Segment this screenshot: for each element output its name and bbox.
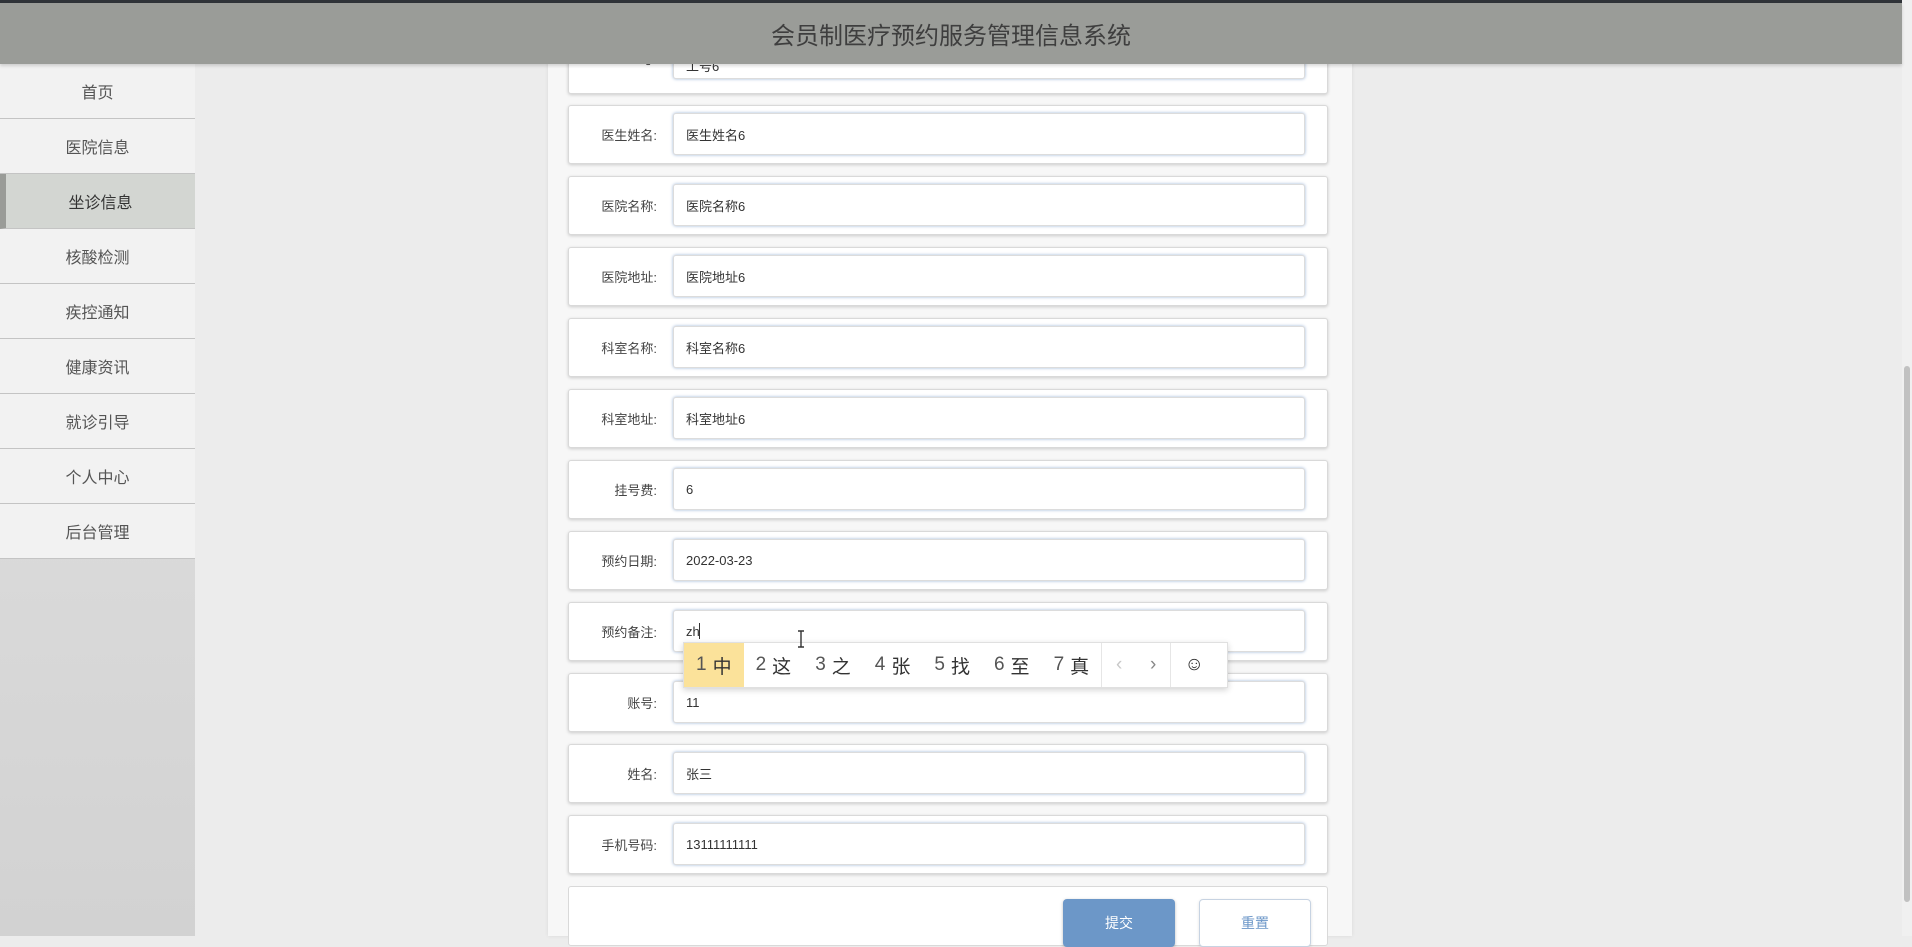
ime-candidate-char: 中 (712, 656, 732, 678)
hospital-address-label: 医院地址: (601, 270, 657, 285)
appointment-note-label: 预约备注: (601, 625, 657, 640)
form-row-name: 姓名: (568, 744, 1328, 803)
sidebar-item-clinic-info[interactable]: 坐诊信息 (0, 174, 195, 229)
text-caret (699, 623, 700, 639)
sidebar-item-home[interactable]: 首页 (0, 64, 195, 119)
ime-candidate-4[interactable]: 4 张 (863, 643, 923, 687)
department-name-input[interactable] (673, 326, 1305, 368)
name-label: 姓名: (627, 767, 657, 782)
sidebar-item-admin[interactable]: 后台管理 (0, 504, 195, 559)
sidebar-item-visit-guide[interactable]: 就诊引导 (0, 394, 195, 449)
name-input[interactable] (673, 752, 1305, 794)
ime-candidate-number: 4 (874, 654, 886, 675)
ime-candidate-number: 3 (815, 654, 826, 675)
phone-label: 手机号码: (601, 838, 657, 853)
ime-candidate-char: 找 (950, 656, 970, 678)
ime-candidate-char: 这 (772, 656, 792, 678)
form-row-hospital-address: 医院地址: (568, 247, 1328, 306)
ime-candidate-1[interactable]: 1 中 (684, 643, 744, 687)
appointment-date-input[interactable] (673, 539, 1305, 581)
form-row-phone: 手机号码: (568, 815, 1328, 874)
sidebar-item-cdc-notice[interactable]: 疾控通知 (0, 284, 195, 339)
doctor-name-input[interactable] (673, 113, 1305, 155)
ime-candidate-number: 2 (755, 654, 767, 675)
sidebar-item-nucleic-test[interactable]: 核酸检测 (0, 229, 195, 284)
ime-candidate-number: 1 (696, 654, 707, 675)
sidebar: 首页 医院信息 坐诊信息 核酸检测 疾控通知 健康资讯 就诊引导 个人中心 后台… (0, 64, 195, 936)
ime-candidate-6[interactable]: 6 至 (982, 643, 1042, 687)
ime-candidate-char: 至 (1010, 656, 1030, 678)
ime-candidate-2[interactable]: 2 这 (744, 643, 804, 687)
appointment-date-label: 预约日期: (601, 554, 657, 569)
ime-candidate-char: 真 (1070, 656, 1090, 678)
form-row-appointment-date: 预约日期: (568, 531, 1328, 590)
sidebar-item-hospital-info[interactable]: 医院信息 (0, 119, 195, 174)
phone-input[interactable] (673, 823, 1305, 865)
account-label: 账号: (627, 696, 657, 711)
ime-candidate-char: 之 (831, 656, 851, 678)
form-row-department-name: 科室名称: (568, 318, 1328, 377)
ime-candidate-7[interactable]: 7 真 (1042, 643, 1102, 687)
reset-button[interactable]: 重置 (1199, 899, 1311, 947)
ime-candidate-number: 6 (993, 654, 1005, 675)
ime-candidate-number: 7 (1053, 654, 1065, 675)
app-title: 会员制医疗预约服务管理信息系统 (771, 23, 1131, 50)
doctor-name-label: 医生姓名: (601, 128, 657, 143)
ime-next-page-icon[interactable]: › (1136, 643, 1170, 687)
sidebar-menu: 首页 医院信息 坐诊信息 核酸检测 疾控通知 健康资讯 就诊引导 个人中心 后台… (0, 64, 195, 559)
appointment-form: 工号: 医生姓名: 医院名称: 医院地址: 科室名称: 科室地址: 挂号费: 预… (548, 39, 1352, 947)
form-row-department-address: 科室地址: (568, 389, 1328, 448)
hospital-address-input[interactable] (673, 255, 1305, 297)
form-row-registration-fee: 挂号费: (568, 460, 1328, 519)
ime-prev-page-icon[interactable]: ‹ (1102, 643, 1136, 687)
page-scrollbar-thumb[interactable] (1904, 366, 1910, 902)
department-address-input[interactable] (673, 397, 1305, 439)
form-row-hospital-name: 医院名称: (568, 176, 1328, 235)
registration-fee-label: 挂号费: (614, 483, 657, 498)
sidebar-item-health-news[interactable]: 健康资讯 (0, 339, 195, 394)
form-row-doctor-name: 医生姓名: (568, 105, 1328, 164)
department-address-label: 科室地址: (601, 412, 657, 427)
sidebar-item-personal-center[interactable]: 个人中心 (0, 449, 195, 504)
emoji-icon[interactable]: ☺ (1171, 643, 1217, 687)
form-actions: 提交 重置 (568, 886, 1328, 947)
hospital-name-label: 医院名称: (601, 199, 657, 214)
text-cursor-icon (798, 630, 804, 648)
submit-button[interactable]: 提交 (1063, 899, 1175, 947)
ime-candidate-3[interactable]: 3 之 (803, 643, 863, 687)
ime-candidate-char: 张 (891, 656, 911, 678)
registration-fee-input[interactable] (673, 468, 1305, 510)
department-name-label: 科室名称: (601, 341, 657, 356)
hospital-name-input[interactable] (673, 184, 1305, 226)
ime-candidate-5[interactable]: 5 找 (922, 643, 982, 687)
ime-candidate-number: 5 (934, 654, 945, 675)
app-header: 会员制医疗预约服务管理信息系统 (0, 3, 1902, 64)
ime-candidate-bar: 1 中 2 这 3 之 4 张 5 找 6 至 7 真 ‹ › ☺ (683, 642, 1228, 688)
